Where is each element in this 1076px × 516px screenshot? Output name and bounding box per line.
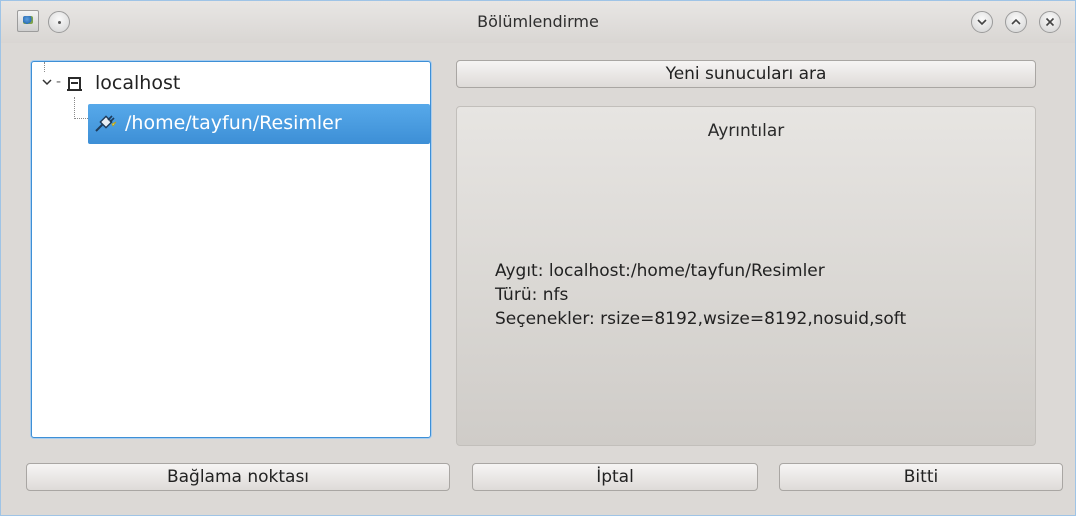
expand-chevron-icon[interactable] <box>42 76 52 91</box>
tree-line <box>44 62 45 72</box>
details-title: Ayrıntılar <box>707 121 785 141</box>
options-detail: Seçenekler: rsize=8192,wsize=8192,nosuid… <box>495 309 907 329</box>
done-button[interactable]: Bitti <box>779 463 1063 491</box>
cancel-button[interactable]: İptal <box>472 463 758 491</box>
tree-line <box>74 118 88 119</box>
details-text: Aygıt: localhost:/home/tayfun/Resimler T… <box>495 259 906 331</box>
type-detail: Türü: nfs <box>495 285 569 305</box>
app-window: Bölümlendirme - localhost /home/tayfun/R… <box>0 0 1076 516</box>
details-panel: Ayrıntılar Aygıt: localhost:/home/tayfun… <box>456 106 1036 446</box>
search-new-servers-button[interactable]: Yeni sunucuları ara <box>456 60 1036 88</box>
tree-item-localhost[interactable]: localhost <box>95 72 180 94</box>
computer-icon <box>67 77 82 91</box>
minimize-button[interactable] <box>971 11 993 33</box>
server-tree[interactable]: - localhost /home/tayfun/Resimler <box>31 61 431 438</box>
chevron-up-icon <box>1011 18 1021 25</box>
tree-connector: - <box>56 74 62 90</box>
tree-item-share[interactable]: /home/tayfun/Resimler <box>125 112 342 134</box>
window-title: Bölümlendirme <box>477 12 599 31</box>
maximize-button[interactable] <box>1005 11 1027 33</box>
close-button[interactable] <box>1039 11 1061 33</box>
device-detail: Aygıt: localhost:/home/tayfun/Resimler <box>495 261 825 281</box>
close-icon <box>1045 17 1055 27</box>
tree-line <box>74 97 75 119</box>
chevron-down-icon <box>977 19 987 26</box>
mount-point-button[interactable]: Bağlama noktası <box>26 463 450 491</box>
network-share-icon <box>95 115 117 132</box>
title-bar[interactable]: Bölümlendirme <box>1 1 1075 43</box>
